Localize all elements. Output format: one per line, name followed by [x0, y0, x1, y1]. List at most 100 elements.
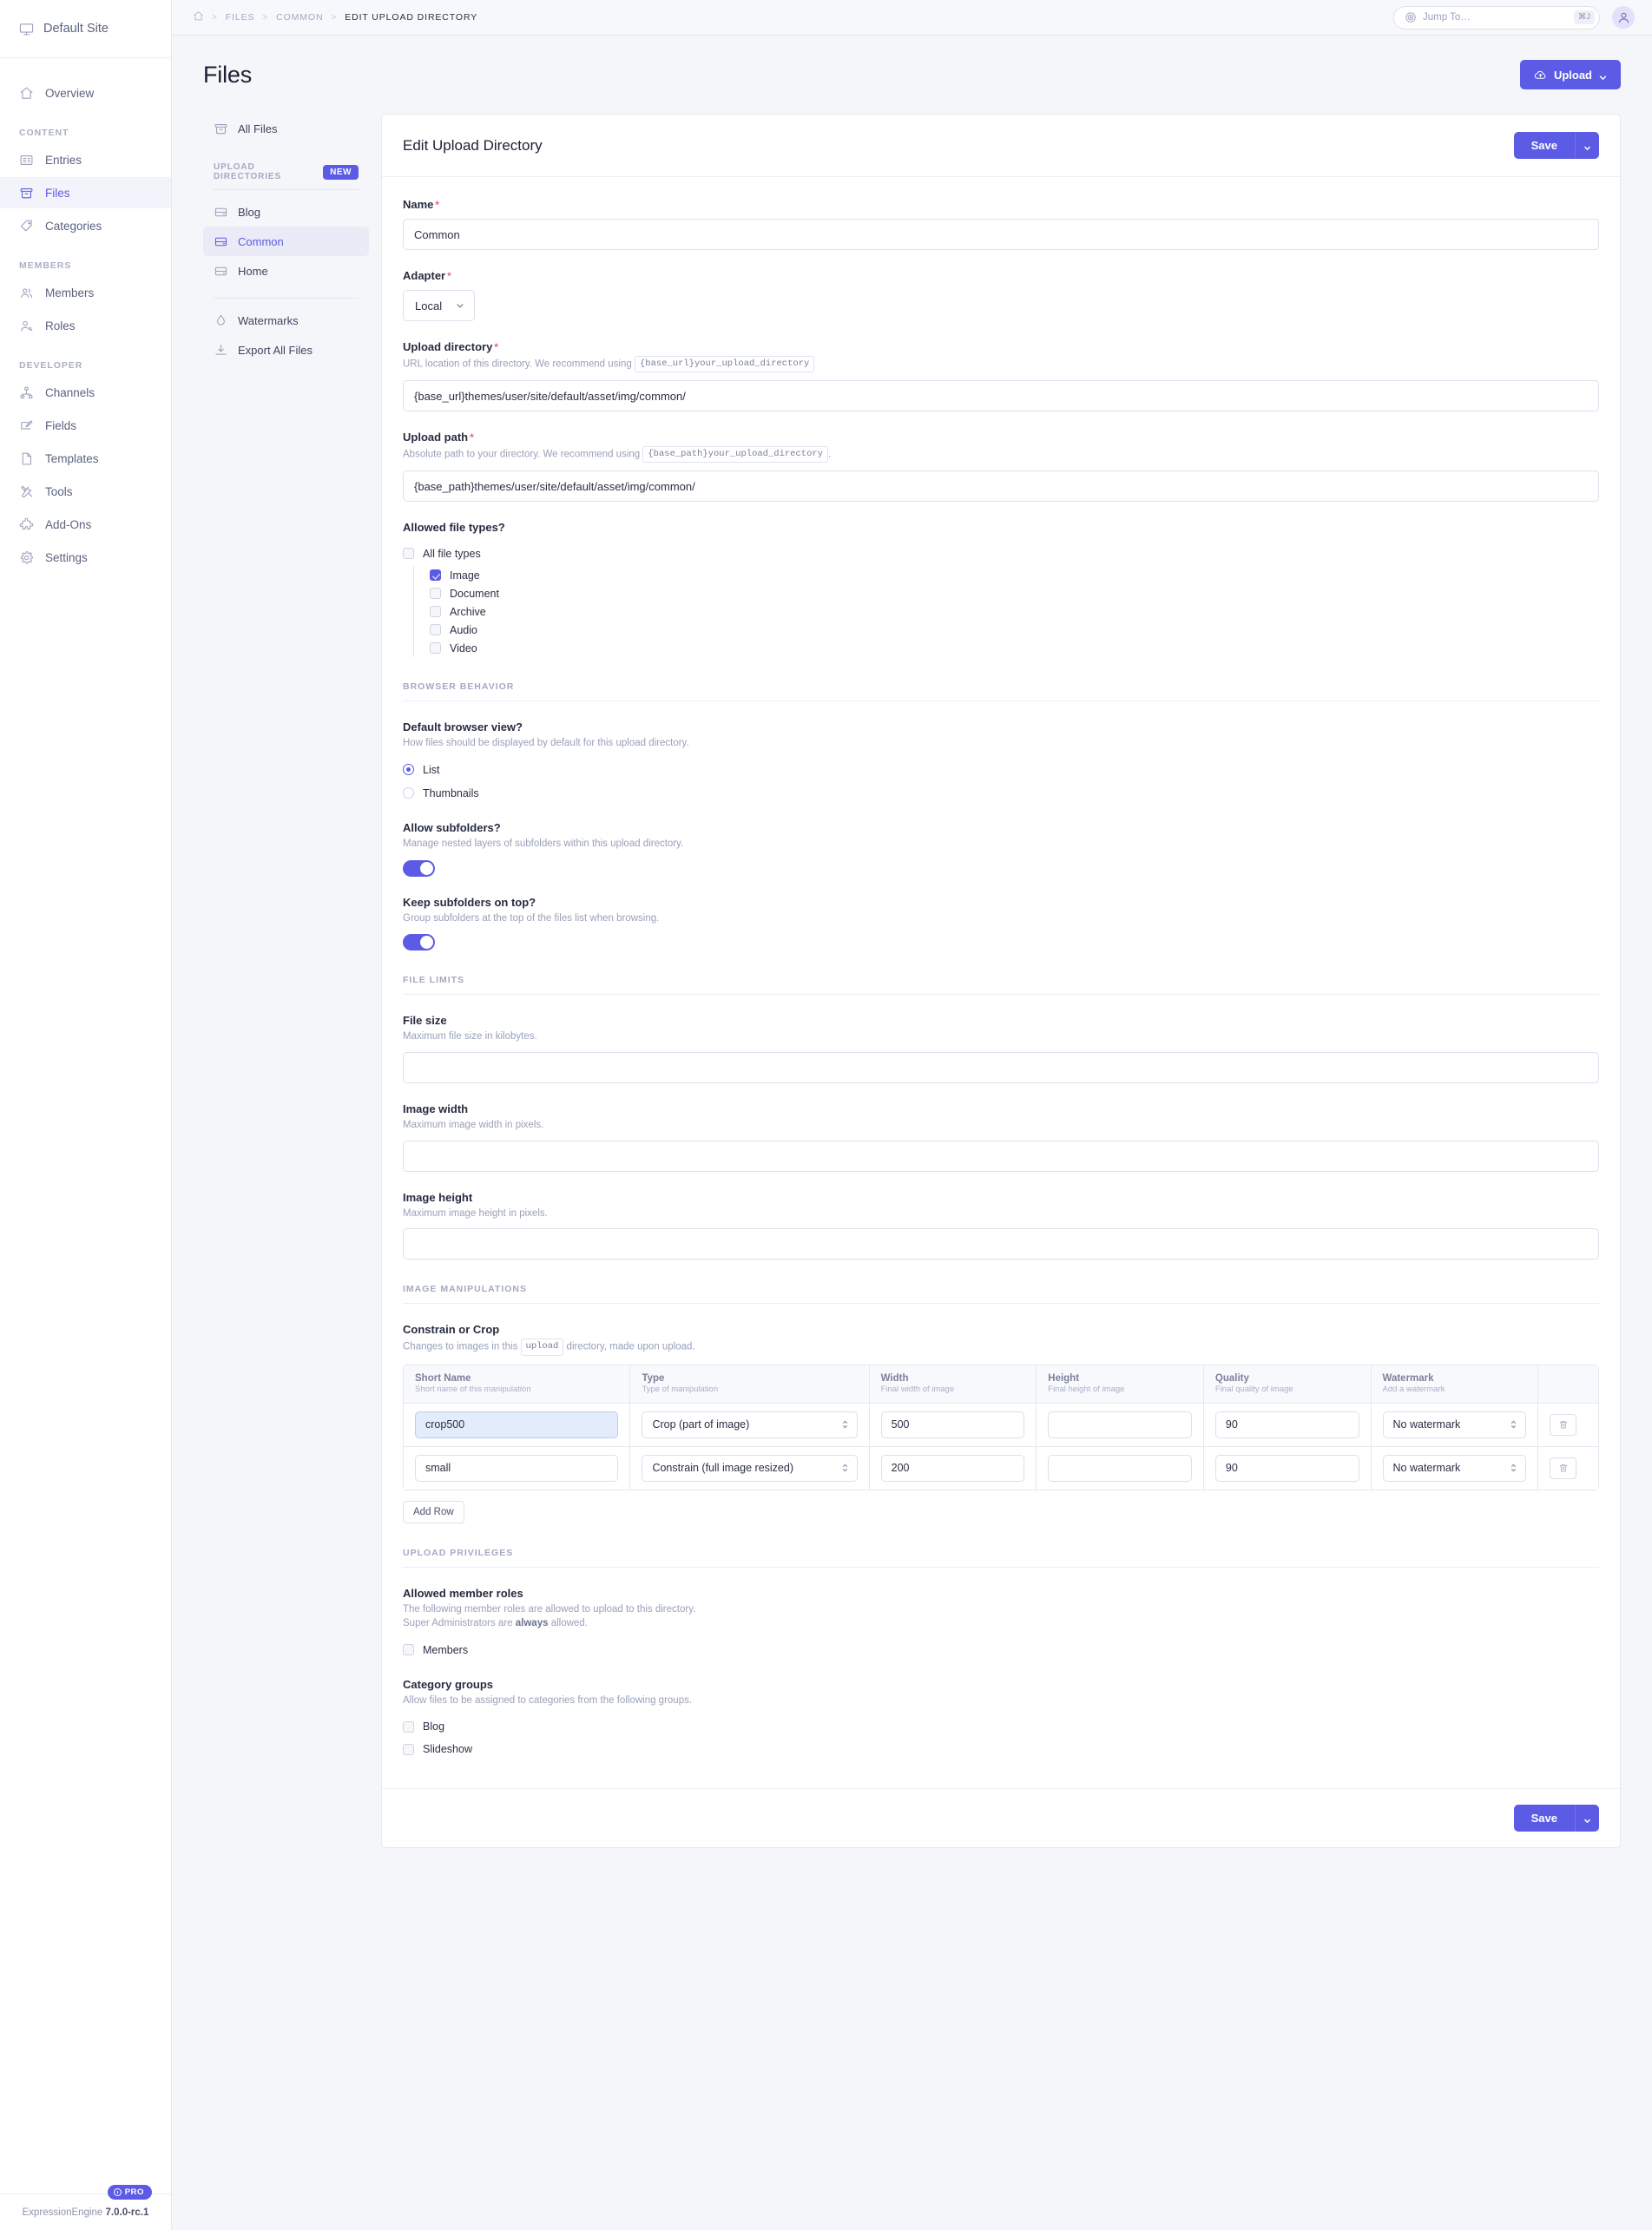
image-height-input[interactable]: [403, 1228, 1599, 1260]
info-icon: [113, 2188, 122, 2196]
search-icon: [1405, 11, 1417, 23]
checkbox-box[interactable]: [403, 1743, 414, 1755]
checkbox-archive[interactable]: Archive: [430, 602, 1599, 621]
sidebar-item-templates[interactable]: Templates: [0, 443, 171, 474]
sidebar-item-roles[interactable]: Roles: [0, 310, 171, 341]
checkbox-box[interactable]: [403, 548, 414, 560]
save-options-button[interactable]: [1575, 1804, 1599, 1832]
field-label: Image height: [403, 1190, 473, 1204]
height-input[interactable]: [1048, 1411, 1192, 1438]
radio-list[interactable]: List: [403, 760, 1599, 779]
sidebar-item-categories[interactable]: Categories: [0, 210, 171, 241]
width-input[interactable]: [880, 1411, 1025, 1438]
checkbox-image[interactable]: Image: [430, 566, 1599, 584]
watermark-select[interactable]: No watermark: [1382, 1411, 1527, 1438]
new-upload-directory-button[interactable]: NEW: [323, 164, 359, 180]
subnav-item-common[interactable]: Common: [203, 227, 369, 256]
sidebar-item-channels[interactable]: Channels: [0, 377, 171, 408]
field-label: Allowed member roles: [403, 1586, 523, 1600]
upload-path-input[interactable]: [403, 470, 1599, 503]
search-input[interactable]: [1423, 12, 1568, 23]
site-switcher[interactable]: Default Site: [0, 0, 171, 58]
checkbox-blog[interactable]: Blog: [403, 1718, 1599, 1736]
short-name-input[interactable]: [415, 1454, 619, 1482]
radio-box[interactable]: [403, 764, 414, 776]
checkbox-members[interactable]: Members: [403, 1641, 1599, 1659]
breadcrumb-item-common[interactable]: COMMON: [276, 12, 323, 23]
save-button[interactable]: Save: [1513, 132, 1575, 159]
checkbox-box[interactable]: [430, 569, 441, 582]
upload-directory-input[interactable]: [403, 380, 1599, 412]
image-width-input[interactable]: [403, 1140, 1599, 1172]
checkbox-video[interactable]: Video: [430, 639, 1599, 657]
checkbox-box[interactable]: [430, 606, 441, 618]
toggle-allow-subfolders[interactable]: [403, 859, 435, 877]
type-select[interactable]: Crop (part of image): [642, 1411, 858, 1438]
checkbox-label: Blog: [423, 1720, 445, 1733]
subnav-item-label: Home: [238, 264, 268, 278]
checkbox-box[interactable]: [403, 1644, 414, 1656]
pro-badge[interactable]: PRO: [107, 2185, 152, 2200]
sidebar-item-files[interactable]: Files: [0, 177, 171, 208]
adapter-select[interactable]: Local: [403, 290, 476, 321]
subnav-item-home[interactable]: Home: [203, 256, 369, 286]
height-input[interactable]: [1048, 1454, 1192, 1482]
quality-input[interactable]: [1214, 1411, 1359, 1438]
search-shortcut-badge: ⌘J: [1573, 10, 1595, 24]
chevron-down-icon: [1583, 141, 1591, 151]
radio-thumbnails[interactable]: Thumbnails: [403, 784, 1599, 802]
checkbox-box[interactable]: [430, 624, 441, 636]
subnav-item-blog[interactable]: Blog: [203, 197, 369, 227]
checkbox-box[interactable]: [430, 588, 441, 600]
directory-icon: [214, 234, 228, 249]
radio-box[interactable]: [403, 787, 414, 799]
sidebar-item-entries[interactable]: Entries: [0, 144, 171, 175]
name-input[interactable]: [403, 219, 1599, 250]
field-hint: Maximum image width in pixels.: [403, 1120, 544, 1131]
checkbox-box[interactable]: [430, 642, 441, 655]
subnav-item-all-files[interactable]: All Files: [203, 114, 369, 143]
short-name-input[interactable]: [415, 1411, 619, 1438]
field-hint: Maximum file size in kilobytes.: [403, 1031, 537, 1043]
delete-row-button[interactable]: [1550, 1457, 1577, 1479]
cell-quality: [1203, 1403, 1372, 1447]
cell-actions: [1538, 1446, 1598, 1490]
jump-to-search[interactable]: ⌘J: [1393, 5, 1600, 30]
checkbox-box[interactable]: [403, 1720, 414, 1733]
sidebar-item-addons[interactable]: Add-Ons: [0, 509, 171, 540]
checkbox-all-file-types[interactable]: All file types: [403, 544, 1599, 562]
trash-icon: [1558, 1419, 1569, 1430]
column-subtitle: Add a watermark: [1382, 1384, 1445, 1394]
sidebar-item-members[interactable]: Members: [0, 277, 171, 308]
column-subtitle: Type of manipulation: [642, 1384, 719, 1394]
toggle-keep-subfolders-on-top[interactable]: [403, 934, 435, 951]
sidebar-item-overview[interactable]: Overview: [0, 77, 171, 109]
subnav-item-label: Watermarks: [238, 313, 299, 327]
add-row-button[interactable]: Add Row: [403, 1500, 464, 1523]
save-options-button[interactable]: [1575, 132, 1599, 159]
upload-button[interactable]: Upload: [1519, 60, 1621, 89]
sidebar-item-tools[interactable]: Tools: [0, 476, 171, 507]
sidebar-item-label: Add-Ons: [45, 517, 92, 531]
save-button[interactable]: Save: [1513, 1804, 1575, 1832]
tools-icon: [19, 484, 34, 499]
nav-group-content: CONTENT: [19, 128, 69, 138]
sidebar-item-fields[interactable]: Fields: [0, 410, 171, 441]
type-select[interactable]: Constrain (full image resized): [642, 1454, 858, 1482]
home-icon[interactable]: [193, 10, 204, 24]
file-size-input[interactable]: [403, 1052, 1599, 1084]
width-input[interactable]: [880, 1454, 1025, 1482]
avatar[interactable]: [1612, 6, 1635, 29]
checkbox-slideshow[interactable]: Slideshow: [403, 1740, 1599, 1759]
subnav-item-watermarks[interactable]: Watermarks: [203, 306, 369, 335]
checkbox-label: Slideshow: [423, 1743, 472, 1756]
checkbox-audio[interactable]: Audio: [430, 621, 1599, 639]
quality-input[interactable]: [1214, 1454, 1359, 1482]
subnav-item-export-all-files[interactable]: Export All Files: [203, 335, 369, 365]
delete-row-button[interactable]: [1550, 1413, 1577, 1436]
watermark-select[interactable]: No watermark: [1382, 1454, 1527, 1482]
main-area: > FILES > COMMON > EDIT UPLOAD DIRECTORY…: [172, 0, 1652, 2230]
sidebar-item-settings[interactable]: Settings: [0, 542, 171, 573]
checkbox-document[interactable]: Document: [430, 584, 1599, 602]
breadcrumb-item-files[interactable]: FILES: [226, 12, 255, 23]
